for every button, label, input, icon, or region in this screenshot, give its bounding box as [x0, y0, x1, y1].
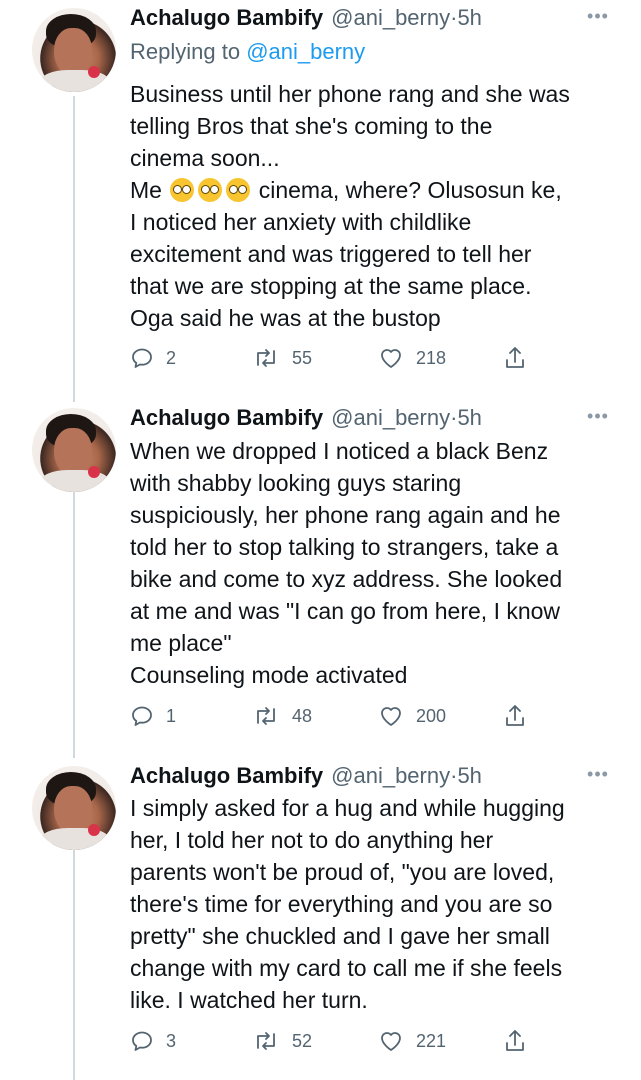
text-line: me place" [130, 630, 232, 656]
retweet-button[interactable]: 52 [252, 1026, 312, 1056]
face-with-monocle-emoji [198, 178, 223, 202]
reply-icon [132, 348, 152, 368]
retweet-icon [257, 707, 275, 725]
face-with-monocle-emoji [170, 178, 195, 202]
text-line: that we are stopping at the same place. [130, 273, 532, 299]
text-line: When we dropped I noticed a black Benz [130, 438, 549, 464]
tweet-header: Achalugo Bambify @ani_berny·5h [130, 758, 482, 794]
share-button[interactable] [503, 343, 527, 373]
text-line: at me and was "I can go from here, I kno… [130, 598, 561, 624]
tweet-text: When we dropped I noticed a black Benz w… [130, 435, 620, 691]
text-line: telling Bros that she's coming to the [130, 113, 493, 139]
text-line: there's time for everything and you are … [130, 891, 553, 917]
author-name[interactable]: Achalugo Bambify [130, 405, 323, 430]
timestamp[interactable]: 5h [457, 763, 481, 788]
tweet[interactable]: Achalugo Bambify @ani_berny·5h ••• Replyi… [0, 0, 641, 400]
text-line: suspiciously, her phone rang again and h… [130, 502, 561, 528]
tweet-text: Business until her phone rang and she wa… [130, 78, 620, 334]
retweet-count: 48 [292, 706, 313, 726]
avatar[interactable] [32, 8, 116, 92]
share-button[interactable] [503, 1026, 527, 1056]
text-line: I noticed her anxiety with childlike [130, 209, 472, 235]
share-icon [506, 1030, 524, 1051]
like-button[interactable]: 221 [378, 1026, 446, 1056]
like-count: 218 [416, 348, 447, 368]
text-line: excitement and was triggered to tell her [130, 241, 532, 267]
tweet-text: I simply asked for a hug and while huggi… [130, 792, 620, 1016]
author-handle[interactable]: @ani_berny [331, 405, 450, 430]
text-line: like. I watched her turn. [130, 987, 368, 1013]
text-line: cinema soon... [130, 145, 280, 171]
share-icon [506, 705, 524, 726]
tweet-actions: 3 52 221 [130, 1026, 550, 1056]
author-handle[interactable]: @ani_berny [331, 763, 450, 788]
reply-icon [132, 706, 152, 726]
timestamp[interactable]: 5h [457, 5, 481, 30]
text-line: I simply asked for a hug and while huggi… [130, 795, 565, 821]
mention-link[interactable]: @ani_berny [246, 39, 365, 64]
avatar[interactable] [32, 408, 116, 492]
like-count: 221 [416, 1031, 447, 1051]
author-name[interactable]: Achalugo Bambify [130, 5, 323, 30]
reply-icon [132, 1031, 152, 1051]
text-line: parents won't be proud of, "you are love… [130, 859, 555, 885]
reply-button[interactable]: 3 [130, 1026, 176, 1056]
author-name[interactable]: Achalugo Bambify [130, 763, 323, 788]
text-line: pretty" she chuckled and I gave her smal… [130, 923, 550, 949]
heart-icon [381, 349, 401, 368]
heart-icon [381, 1032, 401, 1051]
tweet[interactable]: Achalugo Bambify @ani_berny·5h ••• When w… [0, 400, 641, 760]
replying-prefix: Replying to [130, 39, 247, 64]
like-count: 200 [416, 706, 447, 726]
retweet-icon [257, 1032, 275, 1050]
like-button[interactable]: 218 [378, 343, 446, 373]
replying-to: Replying to @ani_berny [130, 36, 365, 68]
share-button[interactable] [503, 701, 527, 731]
tweet-header: Achalugo Bambify @ani_berny·5h [130, 400, 482, 436]
tweet-actions: 2 55 218 [130, 343, 550, 373]
tweet[interactable]: Achalugo Bambify @ani_berny·5h ••• I simp… [0, 758, 641, 1080]
text-line: bike and come to xyz address. She looked [130, 566, 563, 592]
retweet-count: 52 [292, 1031, 313, 1051]
text-line: Business until her phone rang and she wa… [130, 81, 570, 107]
text-fragment: cinema, where? Olusosun ke, [252, 177, 562, 203]
tweet-actions: 1 48 200 [130, 701, 550, 731]
retweet-button[interactable]: 55 [252, 343, 312, 373]
text-line: Oga said he was at the bustop [130, 305, 441, 331]
reply-button[interactable]: 2 [130, 343, 176, 373]
tweet-header: Achalugo Bambify @ani_berny·5h [130, 0, 482, 36]
more-icon[interactable]: ••• [585, 760, 611, 790]
text-line: Counseling mode activated [130, 662, 408, 688]
reply-count: 1 [166, 706, 177, 726]
share-icon [506, 347, 524, 368]
retweet-button[interactable]: 48 [252, 701, 312, 731]
timestamp[interactable]: 5h [457, 405, 481, 430]
text-line: her, I told her not to do anything her [130, 827, 494, 853]
retweet-count: 55 [292, 348, 313, 368]
heart-icon [381, 707, 401, 726]
more-icon[interactable]: ••• [585, 402, 611, 432]
face-with-monocle-emoji [226, 178, 251, 202]
text-line: told her to stop talking to strangers, t… [130, 534, 559, 560]
text-line-with-emoji: Me cinema, where? Olusosun ke, [130, 174, 620, 206]
more-icon[interactable]: ••• [585, 2, 611, 32]
retweet-icon [257, 349, 275, 367]
reply-button[interactable]: 1 [130, 701, 176, 731]
reply-count: 3 [166, 1031, 177, 1051]
text-fragment: Me [130, 177, 162, 203]
like-button[interactable]: 200 [378, 701, 446, 731]
text-line: with shabby looking guys staring [130, 470, 462, 496]
avatar[interactable] [32, 766, 116, 850]
author-handle[interactable]: @ani_berny [331, 5, 450, 30]
text-line: change with my card to call me if she fe… [130, 955, 563, 981]
reply-count: 2 [166, 348, 177, 368]
